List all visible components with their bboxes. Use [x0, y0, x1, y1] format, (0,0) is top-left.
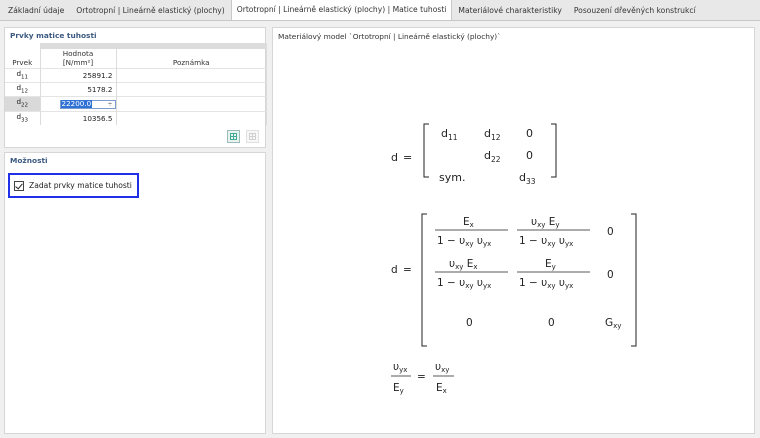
checkbox-label: Zadat prvky matice tuhosti [29, 181, 132, 190]
table-toolbar [227, 130, 259, 143]
tab-bar: Základní údaje Ortotropní | Lineárně ela… [0, 0, 760, 21]
svg-text:0: 0 [548, 317, 555, 329]
svg-text:υxy: υxy [435, 361, 449, 374]
svg-text:d: d [391, 264, 398, 276]
checkbox-checked-icon[interactable] [14, 180, 24, 191]
row-label-d12: d12 [5, 81, 41, 97]
col-value-header: Hodnota [N/mm²] [40, 49, 117, 68]
col-element-header: Prvek [5, 49, 41, 68]
enter-stiffness-option[interactable]: Zadat prvky matice tuhosti [8, 173, 139, 198]
svg-text:Ex: Ex [463, 216, 474, 229]
svg-text:υyx: υyx [393, 361, 407, 374]
svg-text:υxy Ex: υxy Ex [449, 258, 478, 271]
poisson-relation: υyx Ey = υxy Ex [391, 361, 454, 395]
svg-text:υxy Ey: υxy Ey [531, 216, 560, 229]
tab-orthotropic-linear-elastic[interactable]: Ortotropní | Lineárně elastický (plochy) [70, 1, 230, 20]
row-label-d33: d33 [5, 110, 41, 126]
svg-text:=: = [417, 371, 426, 383]
svg-text:Ey: Ey [545, 258, 556, 271]
stiffness-table: Prvek Hodnota [N/mm²] Poznámka d11 25891… [5, 43, 267, 126]
svg-text:sym.: sym. [439, 171, 465, 184]
stiffness-elements-title: Prvky matice tuhosti [10, 31, 97, 40]
options-title: Možnosti [10, 156, 48, 165]
svg-text:Ey: Ey [393, 382, 404, 395]
value-cell-editing[interactable]: 22200.0 ÷ [40, 96, 117, 112]
value-spin-input[interactable]: 22200.0 ÷ [59, 99, 116, 109]
stiffness-elements-panel: Prvky matice tuhosti Prvek Hodnota [N/mm… [4, 27, 267, 148]
svg-text:1 − υxy υyx: 1 − υxy υyx [437, 235, 491, 248]
svg-text:0: 0 [466, 317, 473, 329]
svg-text:0: 0 [607, 269, 614, 281]
svg-text:Ex: Ex [436, 382, 447, 395]
table-row[interactable]: d33 10356.5 [5, 110, 267, 126]
value-cell[interactable]: 5178.2 [40, 81, 117, 97]
table-row[interactable]: d11 25891.2 [5, 67, 267, 83]
svg-text:1 − υxy υyx: 1 − υxy υyx [519, 277, 573, 290]
svg-text:=: = [403, 151, 412, 164]
matrix-d-symbolic: d = d11 d12 0 d22 0 sym. d33 [391, 123, 557, 186]
note-cell[interactable] [116, 81, 267, 97]
note-cell[interactable] [116, 110, 267, 126]
material-model-panel: Materiálový model `Ortotropní | Lineárně… [272, 27, 755, 434]
svg-text:d22: d22 [484, 149, 501, 164]
row-label-d11: d11 [5, 67, 41, 83]
note-cell[interactable] [116, 67, 267, 83]
table-export-icon[interactable] [227, 130, 240, 143]
svg-text:0: 0 [526, 149, 533, 162]
value-cell[interactable]: 10356.5 [40, 110, 117, 126]
matrix-d-orthotropic: d = Ex 1 − υxy υyx υxy Ey 1 − υxy υyx 0 … [391, 213, 637, 347]
col-note-header: Poznámka [116, 49, 267, 68]
note-cell[interactable] [116, 96, 267, 112]
svg-text:0: 0 [607, 226, 614, 238]
svg-text:1 − υxy υyx: 1 − υxy υyx [437, 277, 491, 290]
svg-text:=: = [403, 264, 412, 276]
svg-text:d33: d33 [519, 171, 536, 186]
svg-text:Gxy: Gxy [605, 317, 621, 330]
table-row[interactable]: d22 22200.0 ÷ [5, 96, 267, 112]
table-import-icon[interactable] [246, 130, 259, 143]
spinner-arrows-icon[interactable]: ÷ [107, 100, 114, 109]
svg-text:d12: d12 [484, 127, 501, 142]
svg-text:0: 0 [526, 127, 533, 140]
tab-timber-design[interactable]: Posouzení dřevěných konstrukcí [568, 1, 702, 20]
tab-basic-data[interactable]: Základní údaje [2, 1, 70, 20]
formula-display: d = d11 d12 0 d22 0 sym. d33 d = Ex 1 − … [391, 123, 637, 395]
svg-text:d11: d11 [441, 127, 458, 142]
row-label-d22: d22 [5, 96, 41, 112]
svg-text:d: d [391, 151, 398, 164]
table-row[interactable]: d12 5178.2 [5, 81, 267, 97]
value-cell[interactable]: 25891.2 [40, 67, 117, 83]
tab-stiffness-matrix[interactable]: Ortotropní | Lineárně elastický (plochy)… [230, 0, 453, 20]
tab-material-properties[interactable]: Materiálové charakteristiky [452, 1, 567, 20]
options-panel: Možnosti Zadat prvky matice tuhosti [4, 152, 266, 434]
svg-text:1 − υxy υyx: 1 − υxy υyx [519, 235, 573, 248]
